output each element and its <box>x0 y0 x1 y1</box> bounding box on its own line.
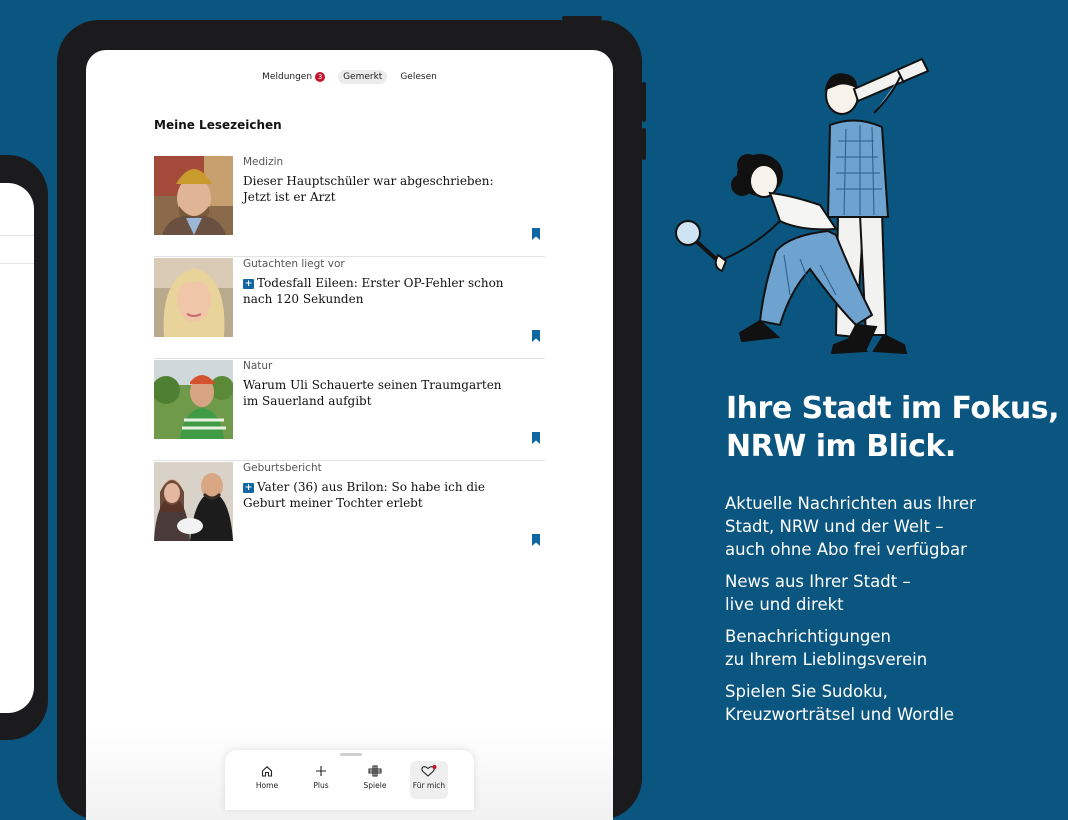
tab-label: Gelesen <box>400 72 437 82</box>
plus-icon <box>316 766 326 776</box>
tab-gelesen[interactable]: Gelesen <box>395 70 441 84</box>
article-thumbnail <box>154 156 233 235</box>
plus-article-icon: + <box>243 483 254 493</box>
plus-article-icon: + <box>243 279 254 289</box>
headline-text: Dieser Hauptschüler war abgeschrieben: J… <box>243 174 494 204</box>
headline-text: Todesfall Eileen: Erster OP-Fehler schon… <box>243 276 504 306</box>
feature-list: Aktuelle Nachrichten aus Ihrer Stadt, NR… <box>725 492 1055 735</box>
tab-label: Gemerkt <box>343 72 383 82</box>
bookmark-icon[interactable] <box>531 225 541 240</box>
tab-label: Meldungen <box>262 72 313 82</box>
article-kicker: Medizin <box>243 156 284 168</box>
list-item[interactable]: Natur Warum Uli Schauerte seinen Traumga… <box>154 360 545 461</box>
home-icon <box>261 766 273 777</box>
explorers-illustration <box>660 45 960 365</box>
divider <box>0 235 34 236</box>
feature-text: News aus Ihrer Stadt – live und direkt <box>725 572 911 614</box>
nav-games[interactable]: Spiele <box>356 761 394 799</box>
feature-text: Benachrichtigungen zu Ihrem Lieblingsver… <box>725 627 928 669</box>
article-kicker: Geburtsbericht <box>243 462 322 474</box>
nav-for-me[interactable]: Für mich <box>410 761 448 799</box>
bookmark-icon[interactable] <box>531 429 541 444</box>
headline-text: Warum Uli Schauerte seinen Traumgarten i… <box>243 378 502 408</box>
article-headline: + Vater (36) aus Brilon: So habe ich die … <box>243 479 513 511</box>
article-thumbnail <box>154 258 233 337</box>
feature-text: Spielen Sie Sudoku, Kreuzworträtsel und … <box>725 682 955 724</box>
volume-button <box>642 82 646 122</box>
promo-headline-line: Ihre Stadt im Fokus, <box>726 391 1060 426</box>
article-thumbnail <box>154 360 233 439</box>
bookmark-icon[interactable] <box>531 531 541 546</box>
tab-gemerkt[interactable]: Gemerkt <box>338 70 388 84</box>
tab-meldungen[interactable]: Meldungen 3 <box>257 70 330 84</box>
tablet-frame: Meldungen 3 Gemerkt Gelesen Meine Leseze… <box>57 16 646 820</box>
nav-label: Spiele <box>363 781 387 790</box>
secondary-device-screen <box>0 183 34 713</box>
section-title: Meine Lesezeichen <box>154 118 282 132</box>
article-headline: Warum Uli Schauerte seinen Traumgarten i… <box>243 377 513 409</box>
list-item[interactable]: Geburtsbericht + Vater (36) aus Brilon: S… <box>154 462 545 562</box>
nav-plus[interactable]: Plus <box>302 761 340 799</box>
article-headline: + Todesfall Eileen: Erster OP-Fehler scho… <box>243 275 513 307</box>
notification-badge: 3 <box>315 72 326 82</box>
nav-label: Plus <box>313 781 329 790</box>
drag-handle[interactable] <box>340 753 362 756</box>
nav-label: Home <box>255 781 279 790</box>
article-thumbnail <box>154 462 233 541</box>
bottom-navigation: Home Plus Spiele Für mich <box>225 750 474 810</box>
article-headline: Dieser Hauptschüler war abgeschrieben: J… <box>243 173 513 205</box>
volume-button <box>642 128 646 160</box>
list-item[interactable]: Gutachten liegt vor + Todesfall Eileen: E… <box>154 258 545 359</box>
nav-home[interactable]: Home <box>248 761 286 799</box>
power-button <box>562 16 602 20</box>
app-screen: Meldungen 3 Gemerkt Gelesen Meine Leseze… <box>86 50 613 820</box>
promo-headline-line: NRW im Blick. <box>726 429 956 464</box>
heart-icon <box>421 765 437 777</box>
article-kicker: Natur <box>243 360 273 372</box>
divider <box>0 263 34 264</box>
nav-label: Für mich <box>412 781 446 790</box>
bookmark-list: Medizin Dieser Hauptschüler war abgeschr… <box>154 156 545 563</box>
feature-text: Aktuelle Nachrichten aus Ihrer Stadt, NR… <box>725 494 976 559</box>
headline-text: Vater (36) aus Brilon: So habe ich die G… <box>243 480 485 510</box>
tab-bar: Meldungen 3 Gemerkt Gelesen <box>86 70 613 84</box>
bookmark-icon[interactable] <box>531 327 541 342</box>
promo-headline: Ihre Stadt im Fokus, NRW im Blick. <box>726 390 1060 466</box>
article-kicker: Gutachten liegt vor <box>243 258 345 270</box>
secondary-device-frame <box>0 155 48 740</box>
list-item[interactable]: Medizin Dieser Hauptschüler war abgeschr… <box>154 156 545 257</box>
puzzle-grid-icon <box>368 765 382 777</box>
